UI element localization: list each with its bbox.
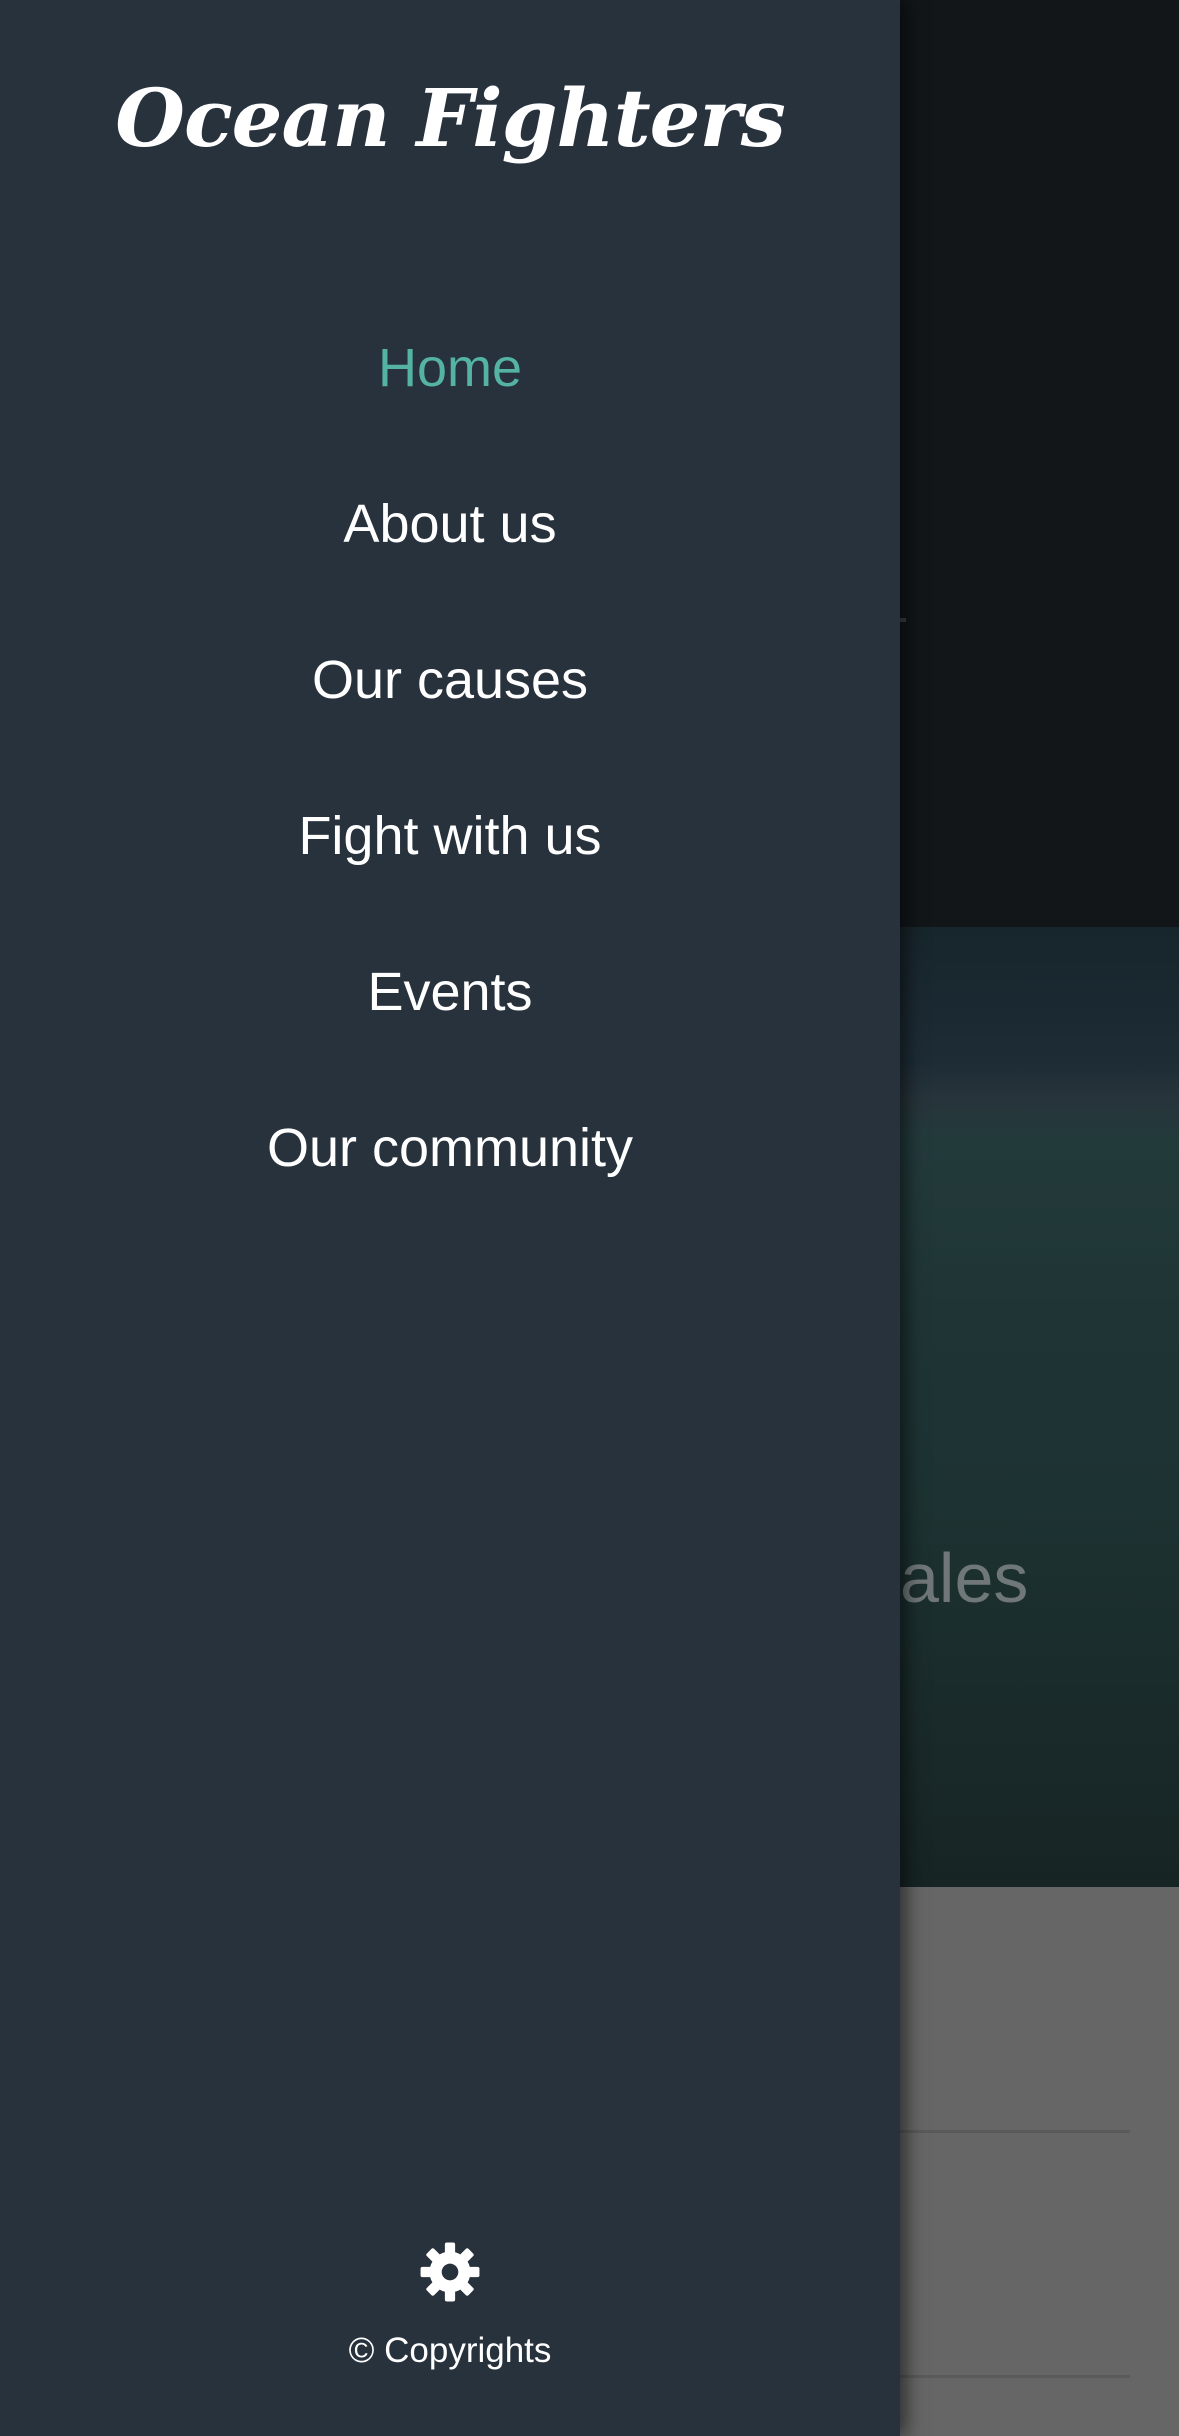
copyright-text: © Copyrights (348, 2331, 552, 2370)
nav-item-our-causes[interactable]: Our causes (0, 602, 900, 758)
gear-icon[interactable] (418, 2240, 482, 2304)
nav-item-fight-with-us[interactable]: Fight with us (0, 758, 900, 914)
drawer-nav-list: Home About us Our causes Fight with us E… (0, 290, 900, 1226)
nav-item-home[interactable]: Home (0, 290, 900, 446)
drawer-footer: © Copyrights (0, 2240, 900, 2371)
nav-item-about-us[interactable]: About us (0, 446, 900, 602)
nav-item-events[interactable]: Events (0, 914, 900, 1070)
brand-logo[interactable]: Ocean Fighters (0, 72, 900, 164)
background-hero-text: ales (900, 1539, 1029, 1617)
navigation-drawer: Ocean Fighters Home About us Our causes … (0, 0, 900, 2436)
nav-item-our-community[interactable]: Our community (0, 1070, 900, 1226)
